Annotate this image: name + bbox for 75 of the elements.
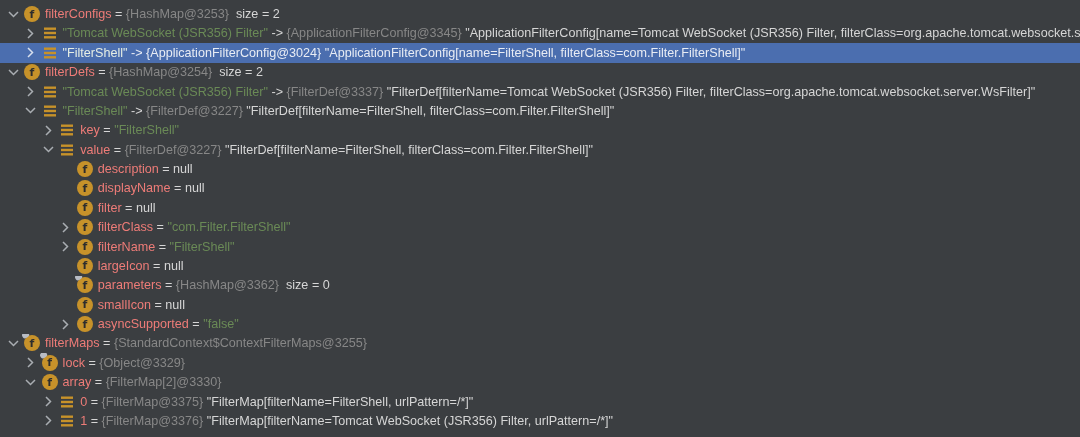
variable-text: array = {FilterMap[2]@3330}	[62, 375, 222, 390]
chevron-icon[interactable]	[42, 146, 54, 154]
static-field-icon: f	[41, 354, 58, 371]
variable-text: description = null	[97, 162, 193, 177]
static-field-icon: f	[76, 277, 93, 294]
chevron-icon[interactable]	[7, 10, 19, 18]
variable-text: displayName = null	[97, 181, 205, 196]
tree-row[interactable]: f filterMaps = {StandardContext$ContextFilterMaps@3255}	[0, 333, 1080, 354]
chevron-icon[interactable]	[27, 357, 35, 369]
field-icon: f	[76, 180, 93, 197]
variable-text: "FilterShell" -> {ApplicationFilterConfig@3024} "ApplicationFilterConfig[name=FilterShell, filterClass=com.Filter.FilterShell]"	[62, 45, 746, 60]
variable-text: lock = {Object@3329}	[62, 355, 185, 370]
field-icon: f	[24, 64, 40, 81]
field-icon: f	[76, 316, 93, 333]
tree-row[interactable]: f parameters = {HashMap@3362} size = 0	[0, 275, 1080, 295]
chevron-icon[interactable]	[62, 221, 70, 233]
chevron-icon[interactable]	[62, 241, 70, 253]
chevron-icon[interactable]	[44, 415, 52, 427]
variable-text: largeIcon = null	[97, 258, 184, 273]
tree-row[interactable]: f displayName = null	[0, 178, 1080, 199]
tree-row[interactable]: "Tomcat WebSocket (JSR356) Filter" -> {FilterDef@3337} "FilterDef[filterName=Tomcat WebSocket (JSR356) Filter, filterClass=org.apache.tomcat.websocket.server.WsFilter]"	[0, 81, 1080, 102]
variable-text: 1 = {FilterMap@3376} "FilterMap[filterName=Tomcat WebSocket (JSR356) Filter, urlPattern=/*]"	[80, 413, 614, 428]
field-icon: f	[24, 6, 40, 23]
variable-text: filterDefs = {HashMap@3254} size = 2	[45, 65, 263, 80]
variable-text: filterName = "FilterShell"	[97, 239, 235, 254]
variable-text: key = "FilterShell"	[80, 123, 180, 138]
chevron-icon[interactable]	[25, 107, 37, 115]
variable-text: asyncSupported = "false"	[97, 317, 239, 332]
tree-row[interactable]: f filterDefs = {HashMap@3254} size = 2	[0, 62, 1080, 82]
tree-row[interactable]: 1 = {FilterMap@3376} "FilterMap[filterName=Tomcat WebSocket (JSR356) Filter, urlPattern=/*]"	[0, 411, 1080, 431]
variable-text: filter = null	[97, 200, 156, 215]
tree-row[interactable]: f lock = {Object@3329}	[0, 353, 1080, 373]
tree-row[interactable]: f filterConfigs = {HashMap@3253} size = 2	[0, 4, 1080, 24]
chevron-icon[interactable]	[27, 27, 35, 39]
field-icon: f	[76, 161, 93, 178]
tree-row[interactable]: "FilterShell" -> {ApplicationFilterConfig@3024} "ApplicationFilterConfig[name=FilterShell, filterClass=com.Filter.FilterShell]"	[0, 43, 1080, 63]
variable-text: "Tomcat WebSocket (JSR356) Filter" -> {ApplicationFilterConfig@3345} "ApplicationFilterConfig[name=Tomcat WebSocket (JSR356) Filter, filterClass=org.apache.tomcat.websocket.s	[62, 26, 1080, 41]
chevron-icon[interactable]	[7, 339, 19, 347]
variable-text: filterClass = "com.Filter.FilterShell"	[97, 220, 291, 235]
variable-text: filterMaps = {StandardContext$ContextFilterMaps@3255}	[45, 336, 367, 351]
chevron-icon[interactable]	[25, 378, 37, 386]
tree-row[interactable]: f asyncSupported = "false"	[0, 314, 1080, 334]
tree-row[interactable]: "Tomcat WebSocket (JSR356) Filter" -> {ApplicationFilterConfig@3345} "ApplicationFilterConfig[name=Tomcat WebSocket (JSR356) Filter, filterClass=org.apache.tomcat.websocket.s	[0, 23, 1080, 44]
tree-row[interactable]: 0 = {FilterMap@3375} "FilterMap[filterName=FilterShell, urlPattern=/*]"	[0, 391, 1080, 412]
field-icon: f	[76, 296, 93, 313]
chevron-icon[interactable]	[44, 124, 52, 136]
tree-row[interactable]: f smallIcon = null	[0, 295, 1080, 315]
list-icon	[41, 25, 58, 42]
tree-row[interactable]: f description = null	[0, 159, 1080, 179]
variable-text: 0 = {FilterMap@3375} "FilterMap[filterName=FilterShell, urlPattern=/*]"	[80, 394, 474, 409]
variable-text: filterConfigs = {HashMap@3253} size = 2	[45, 7, 280, 22]
field-icon: f	[76, 219, 93, 236]
variable-text: "FilterShell" -> {FilterDef@3227} "FilterDef[filterName=FilterShell, filterClass=com.Filter.FilterShell]"	[62, 103, 615, 118]
field-icon: f	[76, 199, 93, 216]
field-icon: f	[76, 257, 93, 274]
chevron-icon[interactable]	[44, 396, 52, 408]
chevron-icon[interactable]	[62, 318, 70, 330]
variable-text: "Tomcat WebSocket (JSR356) Filter" -> {FilterDef@3337} "FilterDef[filterName=Tomcat WebSocket (JSR356) Filter, filterClass=org.apache.tomcat.websocket.server.WsFilter]"	[62, 84, 1036, 99]
static-field-icon: f	[24, 335, 40, 352]
tree-row[interactable]: value = {FilterDef@3227} "FilterDef[filterName=FilterShell, filterClass=com.Filter.FilterShell]"	[0, 140, 1080, 160]
field-icon: f	[76, 238, 93, 255]
tree-row[interactable]: f filterClass = "com.Filter.FilterShell"	[0, 217, 1080, 237]
chevron-icon[interactable]	[7, 68, 19, 76]
list-icon	[59, 122, 76, 139]
tree-row[interactable]: f largeIcon = null	[0, 256, 1080, 276]
tree-row[interactable]: "FilterShell" -> {FilterDef@3227} "FilterDef[filterName=FilterShell, filterClass=com.Filter.FilterShell]"	[0, 101, 1080, 121]
field-icon: f	[41, 374, 58, 391]
tree-row[interactable]: key = "FilterShell"	[0, 120, 1080, 140]
tree-row[interactable]: f filter = null	[0, 198, 1080, 218]
chevron-icon[interactable]	[27, 86, 35, 98]
variable-text: parameters = {HashMap@3362} size = 0	[97, 278, 330, 293]
variable-text: smallIcon = null	[97, 297, 185, 312]
variable-text: value = {FilterDef@3227} "FilterDef[filterName=FilterShell, filterClass=com.Filter.FilterShell]"	[80, 142, 593, 157]
tree-row[interactable]: f filterName = "FilterShell"	[0, 236, 1080, 257]
tree-row[interactable]: f array = {FilterMap[2]@3330}	[0, 372, 1080, 392]
